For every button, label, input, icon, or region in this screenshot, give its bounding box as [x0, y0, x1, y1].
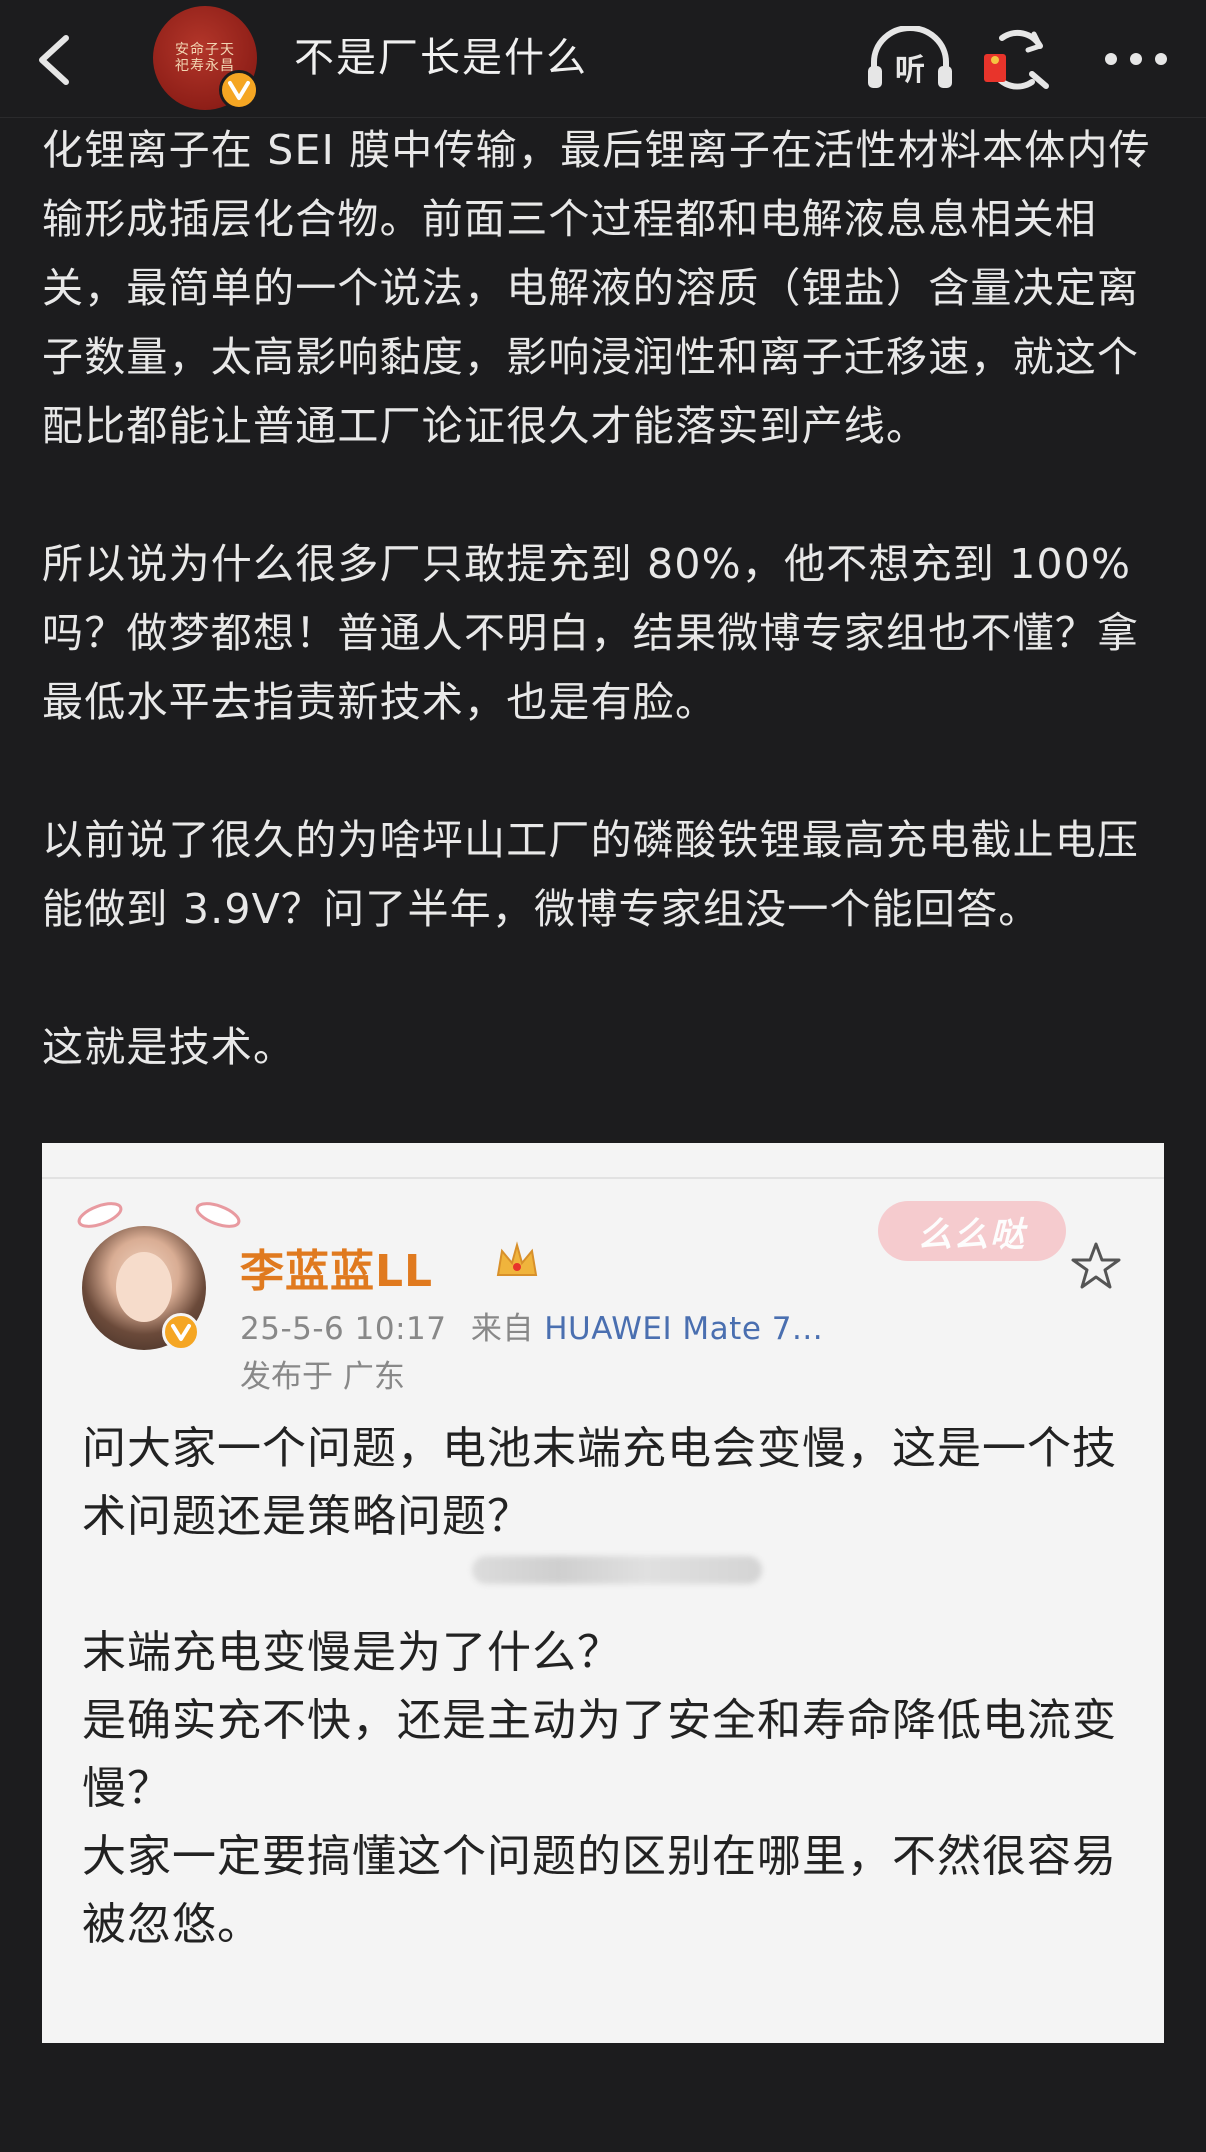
back-icon	[39, 35, 69, 85]
more-button[interactable]	[1096, 26, 1176, 92]
quoted-screenshot[interactable]: 李蓝蓝LL 么么哒 25-5-6 10:17 来自 HUAWEI Mate 7.…	[42, 1143, 1164, 2043]
device-link[interactable]: HUAWEI Mate 7...	[544, 1311, 823, 1347]
post-paragraph: 以前说了很久的为啥坪山工厂的磷酸铁锂最高充电截止电压能做到 3.9V？问了半年，…	[42, 816, 1140, 933]
blurred-watermark	[472, 1556, 762, 1584]
red-packet-icon	[984, 29, 1049, 90]
quoted-text: 末端充电变慢是为了什么？ 是确实充不快，还是主动为了安全和寿命降低电流变慢？ 大…	[82, 1627, 1117, 1950]
post-paragraph: 这就是技术。	[42, 1023, 296, 1071]
listen-button[interactable]: 听	[860, 26, 960, 92]
page-title[interactable]: 不是厂长是什么	[294, 30, 588, 86]
more-icon	[1105, 53, 1167, 65]
post-paragraph: 化锂离子在 SEI 膜中传输，最后锂离子在活性材料本体内传输形成插层化合物。前面…	[42, 126, 1151, 450]
crown-icon	[496, 1241, 538, 1276]
quoted-meta: 25-5-6 10:17 来自 HUAWEI Mate 7...	[240, 1303, 823, 1348]
avatar-seal-text: 安命子天 祀寿永昌	[175, 42, 235, 74]
top-bar: 安命子天 祀寿永昌 不是厂长是什么 听	[0, 0, 1206, 118]
post-time: 25-5-6 10:17	[240, 1311, 447, 1347]
verified-badge-icon	[162, 1313, 200, 1351]
svg-text:听: 听	[895, 53, 925, 88]
divider	[42, 1143, 1164, 1179]
favorite-star-icon[interactable]	[1070, 1241, 1122, 1291]
back-button[interactable]	[28, 30, 80, 90]
author-avatar[interactable]: 安命子天 祀寿永昌	[153, 6, 261, 112]
listen-icon: 听	[868, 26, 952, 88]
sticker-badge: 么么哒	[878, 1201, 1066, 1261]
post-location: 发布于 广东	[240, 1359, 405, 1395]
from-label: 来自	[470, 1311, 534, 1347]
quoted-text: 问大家一个问题，电池末端充电会变慢，这是一个技术问题还是策略问题？	[82, 1423, 1117, 1542]
quoted-author-name[interactable]: 李蓝蓝LL	[240, 1235, 433, 1299]
post-paragraph: 所以说为什么很多厂只敢提充到 80%，他不想充到 100% 吗？做梦都想！普通人…	[42, 540, 1140, 726]
red-packet-button[interactable]	[980, 26, 1054, 92]
verified-badge-icon	[219, 70, 259, 110]
